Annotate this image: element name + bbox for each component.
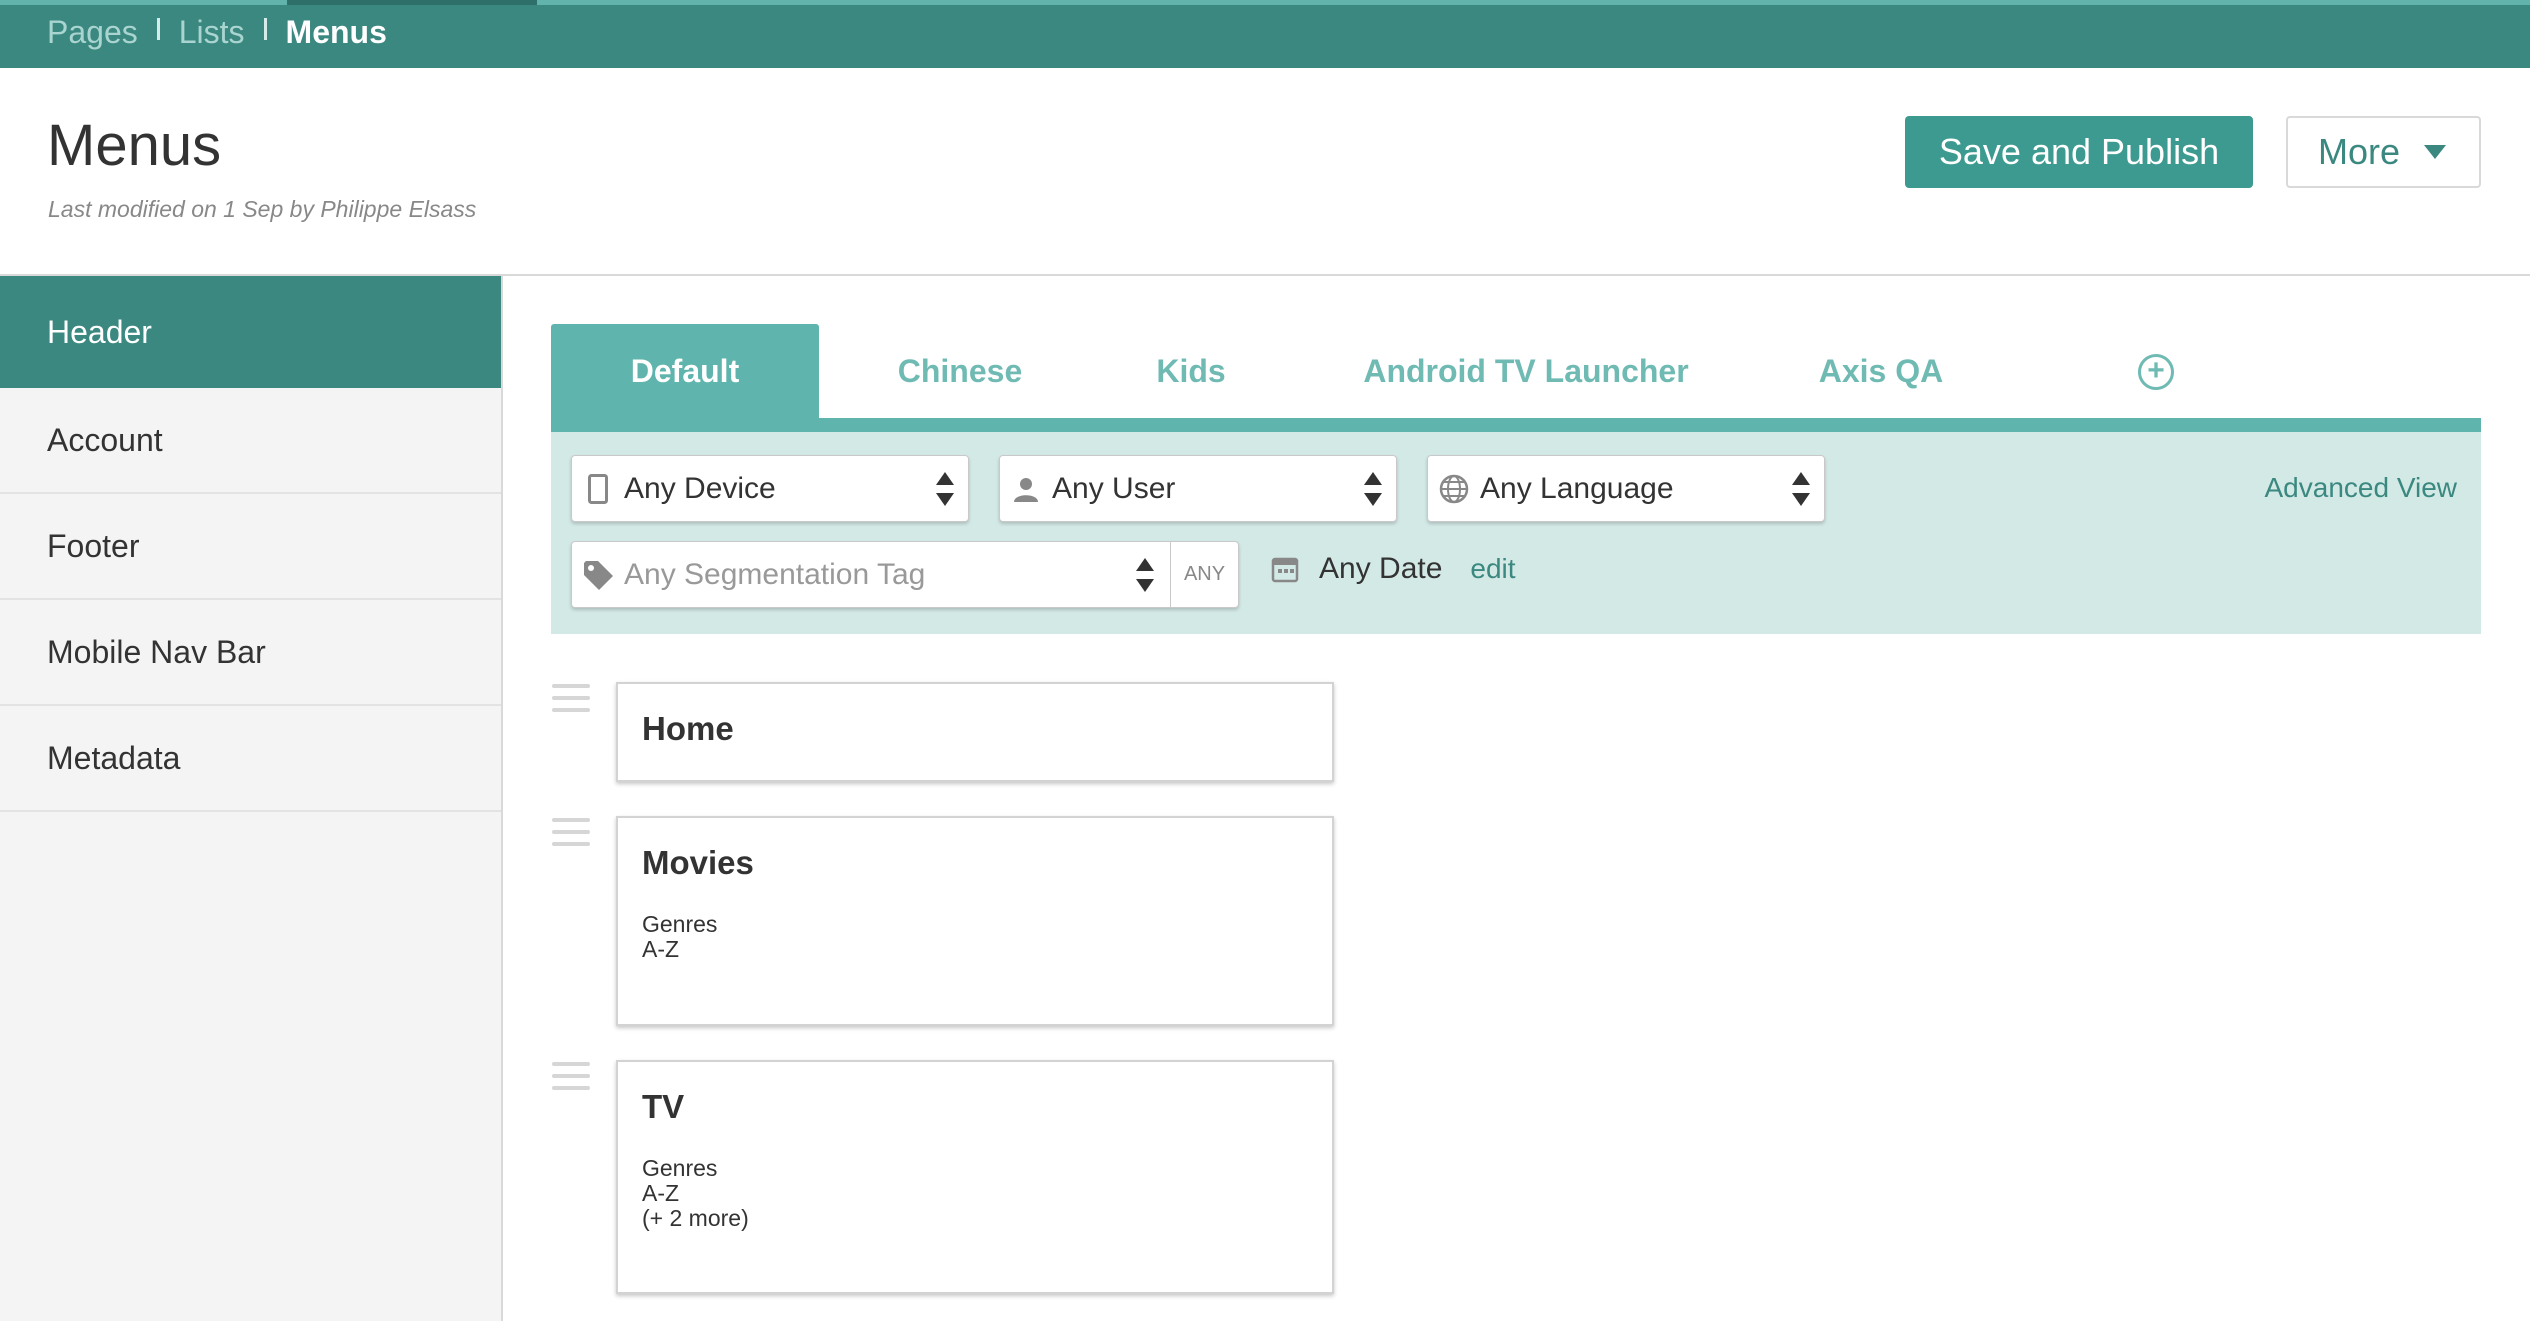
- menu-item-title: TV: [642, 1088, 685, 1125]
- advanced-view-link[interactable]: Advanced View: [2265, 472, 2458, 504]
- child-item: A-Z: [642, 1180, 680, 1206]
- breadcrumb-separator: [263, 17, 267, 40]
- breadcrumb: Pages Lists Menus: [47, 14, 387, 51]
- breadcrumb-menus: Menus: [285, 14, 387, 50]
- more-dropdown-button[interactable]: More: [2286, 116, 2481, 188]
- menu-item-title: Home: [642, 710, 734, 747]
- sidebar-item-metadata[interactable]: Metadata: [0, 706, 501, 812]
- menu-item-card[interactable]: Home: [616, 682, 1334, 782]
- tab-axis-qa[interactable]: Axis QA: [1791, 324, 1971, 418]
- sidebar: Header Account Footer Mobile Nav Bar Met…: [0, 276, 503, 1321]
- more-label: More: [2318, 131, 2401, 172]
- segmentation-tag-select[interactable]: Any Segmentation Tag ANY: [571, 541, 1239, 608]
- date-filter: Any Date edit: [1271, 552, 1516, 586]
- select-arrows-icon: [1364, 472, 1382, 506]
- language-select[interactable]: Any Language: [1427, 455, 1825, 522]
- menu-item-children: Genres A-Z (+ 2 more): [642, 1156, 1332, 1231]
- segmentation-tag-placeholder: Any Segmentation Tag: [624, 557, 926, 591]
- progress-indicator: [287, 0, 537, 5]
- drag-handle-icon[interactable]: [552, 1062, 590, 1092]
- device-select-value: Any Device: [624, 471, 776, 505]
- date-edit-link[interactable]: edit: [1470, 553, 1515, 585]
- menu-item-card[interactable]: Movies Genres A-Z: [616, 816, 1334, 1026]
- device-icon: [572, 473, 624, 504]
- tab-underline: [551, 418, 2481, 432]
- child-item: Genres: [642, 911, 718, 937]
- last-modified-text: Last modified on 1 Sep by Philippe Elsas…: [48, 196, 477, 222]
- save-and-publish-button[interactable]: Save and Publish: [1905, 116, 2253, 188]
- menu-item-title: Movies: [642, 844, 754, 881]
- breadcrumb-lists[interactable]: Lists: [179, 14, 245, 51]
- child-item: Genres: [642, 1155, 718, 1181]
- add-tab-plus-icon[interactable]: +: [2138, 354, 2174, 390]
- select-arrows-icon: [936, 472, 954, 506]
- page-title: Menus: [47, 113, 222, 178]
- menu-tabs: Default Chinese Kids Android TV Launcher…: [551, 324, 2481, 432]
- tab-android-tv-launcher[interactable]: Android TV Launcher: [1341, 324, 1711, 418]
- language-select-value: Any Language: [1480, 471, 1674, 505]
- top-bar: Pages Lists Menus: [0, 0, 2530, 68]
- user-select[interactable]: Any User: [999, 455, 1397, 522]
- sidebar-item-footer[interactable]: Footer: [0, 494, 501, 600]
- filter-panel: Any Device Any User Any Language Advance…: [551, 432, 2481, 634]
- date-filter-value: Any Date: [1319, 552, 1443, 585]
- breadcrumb-pages[interactable]: Pages: [47, 14, 138, 51]
- select-arrows-icon: [1136, 558, 1154, 592]
- caret-down-icon: [2424, 145, 2447, 159]
- drag-handle-icon[interactable]: [552, 818, 590, 848]
- menu-item-children: Genres A-Z: [642, 912, 1332, 962]
- tag-icon: [572, 559, 624, 591]
- sidebar-item-account[interactable]: Account: [0, 388, 501, 494]
- segment-match-any-toggle[interactable]: ANY: [1170, 542, 1238, 607]
- menu-item-card[interactable]: TV Genres A-Z (+ 2 more): [616, 1060, 1334, 1294]
- user-select-value: Any User: [1052, 471, 1176, 505]
- tab-default[interactable]: Default: [551, 324, 819, 418]
- tab-chinese[interactable]: Chinese: [861, 324, 1059, 418]
- drag-handle-icon[interactable]: [552, 684, 590, 714]
- globe-icon: [1428, 474, 1480, 504]
- select-arrows-icon: [1792, 472, 1810, 506]
- user-icon: [1000, 476, 1052, 502]
- calendar-icon: [1271, 557, 1299, 583]
- sidebar-item-header[interactable]: Header: [0, 276, 501, 388]
- device-select[interactable]: Any Device: [571, 455, 969, 522]
- more-children-text: (+ 2 more): [642, 1205, 749, 1231]
- sidebar-item-mobile-nav-bar[interactable]: Mobile Nav Bar: [0, 600, 501, 706]
- page-header: Menus Last modified on 1 Sep by Philippe…: [0, 68, 2530, 276]
- tab-kids[interactable]: Kids: [1131, 324, 1251, 418]
- breadcrumb-separator: [156, 17, 160, 40]
- child-item: A-Z: [642, 936, 680, 962]
